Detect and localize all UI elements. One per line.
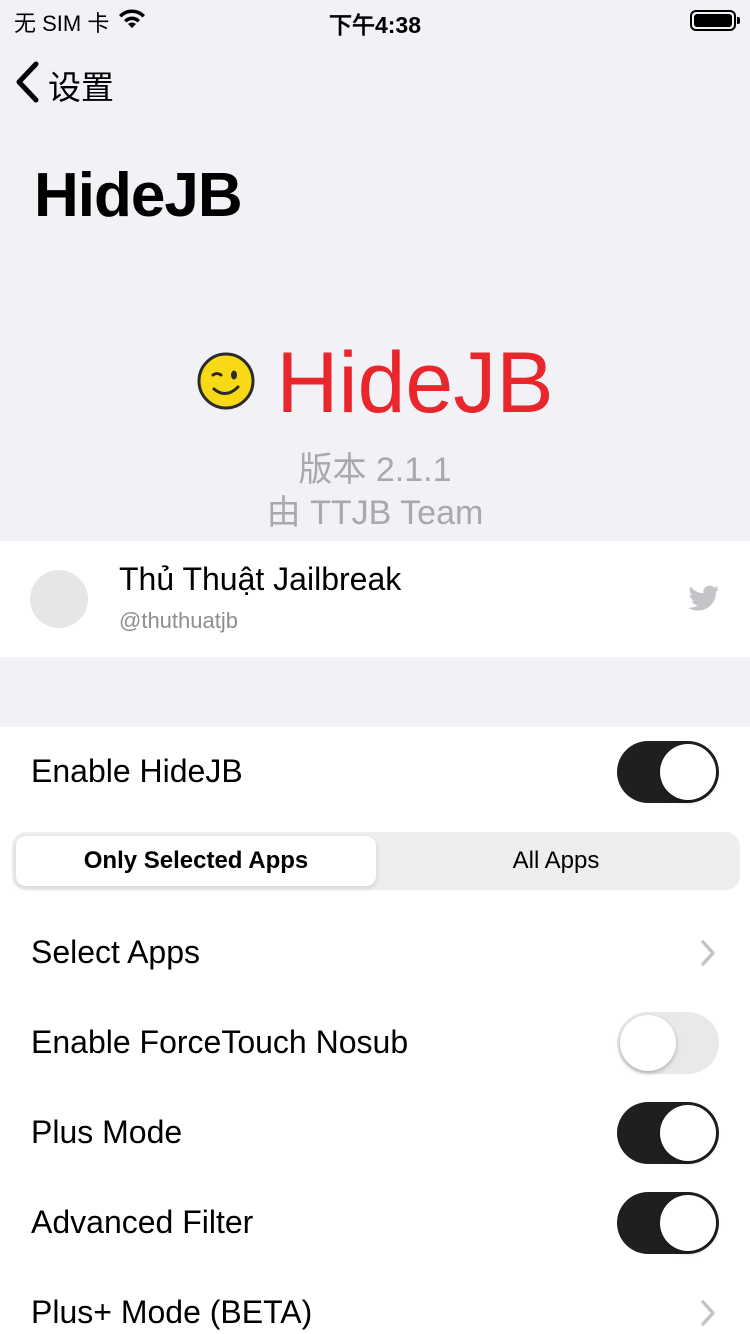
back-button-label: 设置 [48, 68, 114, 106]
tweak-version: 版本 2.1.1 [298, 451, 452, 489]
plus-mode-label: Plus Mode [31, 1114, 183, 1150]
tweak-header: HideJB [0, 334, 750, 433]
avatar [30, 570, 88, 628]
settings-group: Enable HideJB Only Selected Apps All App… [0, 727, 750, 1334]
segment-only-selected-apps[interactable]: Only Selected Apps [16, 836, 376, 886]
plus-plus-mode-label: Plus+ Mode (BETA) [31, 1294, 313, 1330]
twitter-cell[interactable]: Thủ Thuật Jailbreak @thuthuatjb [0, 541, 750, 657]
tweak-author: 由 TTJB Team [266, 494, 484, 532]
twitter-handle: @thuthuatjb [119, 608, 238, 633]
advanced-filter-row: Advanced Filter [0, 1178, 750, 1268]
enable-hidejb-toggle[interactable] [617, 741, 719, 803]
status-bar: 无 SIM 卡 下午4:38 [0, 0, 750, 40]
battery-icon [690, 10, 740, 31]
chevron-left-icon [14, 60, 40, 109]
force-touch-toggle[interactable] [617, 1012, 719, 1074]
advanced-filter-toggle[interactable] [617, 1192, 719, 1254]
chevron-right-icon [700, 939, 716, 972]
select-apps-row[interactable]: Select Apps [0, 908, 750, 998]
select-apps-label: Select Apps [31, 934, 200, 970]
chevron-right-icon [700, 1299, 716, 1332]
plus-plus-mode-row[interactable]: Plus+ Mode (BETA) [0, 1268, 750, 1334]
plus-mode-row: Plus Mode [0, 1088, 750, 1178]
enable-hidejb-row: Enable HideJB [0, 727, 750, 817]
status-time: 下午4:38 [328, 12, 422, 38]
advanced-filter-label: Advanced Filter [31, 1204, 254, 1240]
app-scope-segmented-control: Only Selected Apps All Apps [12, 832, 740, 890]
segment-all-apps[interactable]: All Apps [376, 836, 736, 886]
twitter-name: Thủ Thuật Jailbreak [119, 561, 402, 597]
tweak-name: HideJB [276, 335, 554, 431]
wink-emoji-icon [196, 351, 256, 416]
force-touch-label: Enable ForceTouch Nosub [31, 1024, 409, 1060]
twitter-icon [688, 585, 720, 618]
page-title: HideJB [34, 161, 243, 230]
force-touch-row: Enable ForceTouch Nosub [0, 998, 750, 1088]
plus-mode-toggle[interactable] [617, 1102, 719, 1164]
enable-hidejb-label: Enable HideJB [31, 753, 243, 789]
back-button[interactable]: 设置 [14, 60, 114, 109]
